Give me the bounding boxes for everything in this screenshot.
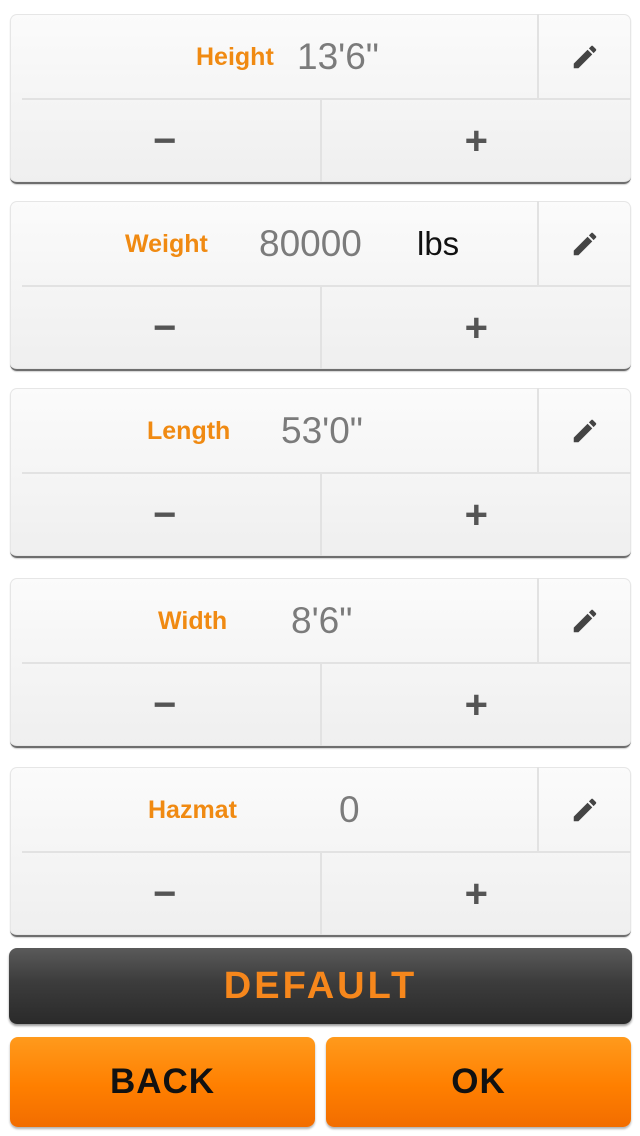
plus-icon: +: [464, 305, 488, 350]
length-edit-button[interactable]: [537, 388, 631, 474]
minus-icon: −: [153, 682, 177, 727]
height-increment-button[interactable]: +: [322, 100, 632, 182]
pencil-icon: [573, 798, 597, 822]
pencil-icon: [573, 232, 597, 256]
hazmat-card: Hazmat 0 − +: [10, 767, 631, 937]
length-display: Length 53'0": [10, 388, 538, 474]
minus-icon: −: [153, 492, 177, 537]
length-label: Length: [147, 417, 231, 445]
hazmat-stepper: − +: [10, 853, 631, 935]
height-label: Height: [196, 43, 274, 71]
plus-icon: +: [464, 682, 488, 727]
weight-decrement-button[interactable]: −: [10, 287, 322, 369]
width-label: Width: [158, 607, 228, 635]
height-stepper: − +: [10, 100, 631, 182]
plus-icon: +: [464, 118, 488, 163]
weight-stepper: − +: [10, 287, 631, 369]
weight-label: Weight: [125, 230, 208, 258]
weight-increment-button[interactable]: +: [322, 287, 632, 369]
ok-button-label: OK: [451, 1062, 506, 1101]
width-edit-button[interactable]: [537, 578, 631, 664]
width-increment-button[interactable]: +: [322, 664, 632, 746]
pencil-icon: [573, 419, 597, 443]
back-button[interactable]: BACK: [10, 1037, 315, 1127]
weight-value: 80000: [259, 223, 362, 264]
width-decrement-button[interactable]: −: [10, 664, 322, 746]
height-decrement-button[interactable]: −: [10, 100, 322, 182]
height-edit-button[interactable]: [537, 14, 631, 100]
weight-unit: lbs: [417, 225, 460, 262]
back-button-label: BACK: [109, 1062, 216, 1101]
length-value: 53'0": [281, 410, 363, 451]
length-card: Length 53'0" − +: [10, 388, 631, 558]
weight-display: Weight 80000 lbs: [10, 201, 538, 287]
height-card: Height 13'6" − +: [10, 14, 631, 184]
hazmat-value: 0: [339, 789, 360, 830]
plus-icon: +: [464, 492, 488, 537]
height-value: 13'6": [297, 36, 379, 77]
height-display: Height 13'6": [10, 14, 538, 100]
pencil-icon: [573, 45, 597, 69]
hazmat-edit-button[interactable]: [537, 767, 631, 853]
weight-card: Weight 80000 lbs − +: [10, 201, 631, 371]
ok-button[interactable]: OK: [326, 1037, 631, 1127]
length-stepper: − +: [10, 474, 631, 556]
pencil-icon: [573, 609, 597, 633]
minus-icon: −: [153, 871, 177, 916]
default-button[interactable]: DEFAULT: [9, 948, 632, 1024]
length-decrement-button[interactable]: −: [10, 474, 322, 556]
length-increment-button[interactable]: +: [322, 474, 632, 556]
width-display: Width 8'6": [10, 578, 538, 664]
width-card: Width 8'6" − +: [10, 578, 631, 748]
hazmat-increment-button[interactable]: +: [322, 853, 632, 935]
hazmat-label: Hazmat: [148, 796, 237, 824]
weight-edit-button[interactable]: [537, 201, 631, 287]
width-value: 8'6": [291, 600, 353, 641]
hazmat-display: Hazmat 0: [10, 767, 538, 853]
plus-icon: +: [464, 871, 488, 916]
default-button-label: DEFAULT: [223, 964, 418, 1007]
width-stepper: − +: [10, 664, 631, 746]
minus-icon: −: [153, 305, 177, 350]
hazmat-decrement-button[interactable]: −: [10, 853, 322, 935]
minus-icon: −: [153, 118, 177, 163]
